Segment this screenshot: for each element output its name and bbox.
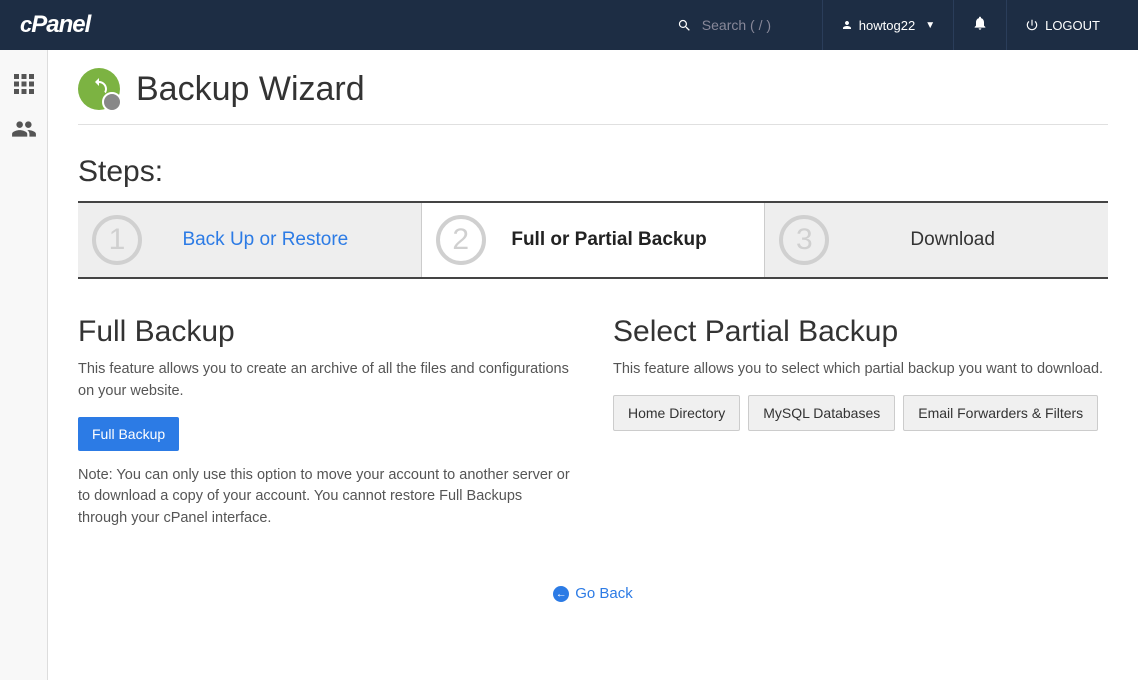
step-num-3: 3 [779, 215, 829, 265]
step-2: 2 Full or Partial Backup [422, 203, 766, 277]
search-wrap[interactable] [657, 17, 822, 33]
full-backup-button[interactable]: Full Backup [78, 417, 179, 451]
steps-heading: Steps: [78, 155, 1108, 189]
partial-backup-desc: This feature allows you to select which … [613, 359, 1108, 381]
partial-backup-section: Select Partial Backup This feature allow… [613, 315, 1108, 544]
username: howtog22 [859, 18, 915, 33]
go-back-wrap: ← Go Back [78, 584, 1108, 603]
go-back-link[interactable]: ← Go Back [553, 585, 633, 602]
full-backup-section: Full Backup This feature allows you to c… [78, 315, 573, 544]
step-num-2: 2 [436, 215, 486, 265]
footer: cPanelcPanel 68.0.37 Home Trademarks Doc… [78, 672, 1108, 680]
steps-row: 1 Back Up or Restore 2 Full or Partial B… [78, 201, 1108, 279]
step-label-3: Download [851, 229, 1094, 251]
step-num-1: 1 [92, 215, 142, 265]
home-directory-button[interactable]: Home Directory [613, 395, 740, 431]
step-3: 3 Download [765, 203, 1108, 277]
sidebar-apps[interactable] [0, 62, 47, 106]
search-icon [677, 18, 692, 33]
step-label-1: Back Up or Restore [164, 229, 407, 251]
logout-icon [1025, 18, 1039, 32]
page-header: Backup Wizard [78, 68, 1108, 125]
step-1[interactable]: 1 Back Up or Restore [78, 203, 422, 277]
page-title: Backup Wizard [136, 70, 365, 109]
topbar: ccPanelPanel howtog22 ▼ LOGOUT [0, 0, 1138, 50]
full-backup-heading: Full Backup [78, 315, 573, 349]
full-backup-desc: This feature allows you to create an arc… [78, 359, 573, 403]
bell-icon [972, 15, 988, 31]
grid-icon [12, 72, 36, 96]
backup-wizard-icon [78, 68, 120, 110]
chevron-down-icon: ▼ [925, 20, 935, 31]
user-icon [841, 19, 853, 31]
mysql-databases-button[interactable]: MySQL Databases [748, 395, 895, 431]
cpanel-logo[interactable]: ccPanelPanel [20, 11, 90, 39]
logout-button[interactable]: LOGOUT [1007, 18, 1118, 33]
main-content: Backup Wizard Steps: 1 Back Up or Restor… [48, 50, 1138, 680]
search-input[interactable] [702, 17, 802, 33]
sidebar [0, 50, 48, 680]
full-backup-note: Note: You can only use this option to mo… [78, 465, 573, 530]
email-forwarders-button[interactable]: Email Forwarders & Filters [903, 395, 1098, 431]
arrow-left-icon: ← [553, 586, 569, 602]
notifications-button[interactable] [954, 15, 1006, 36]
users-icon [11, 116, 37, 142]
partial-backup-heading: Select Partial Backup [613, 315, 1108, 349]
step-label-2: Full or Partial Backup [508, 229, 751, 251]
user-menu[interactable]: howtog22 ▼ [823, 18, 953, 33]
sidebar-users[interactable] [0, 106, 47, 152]
